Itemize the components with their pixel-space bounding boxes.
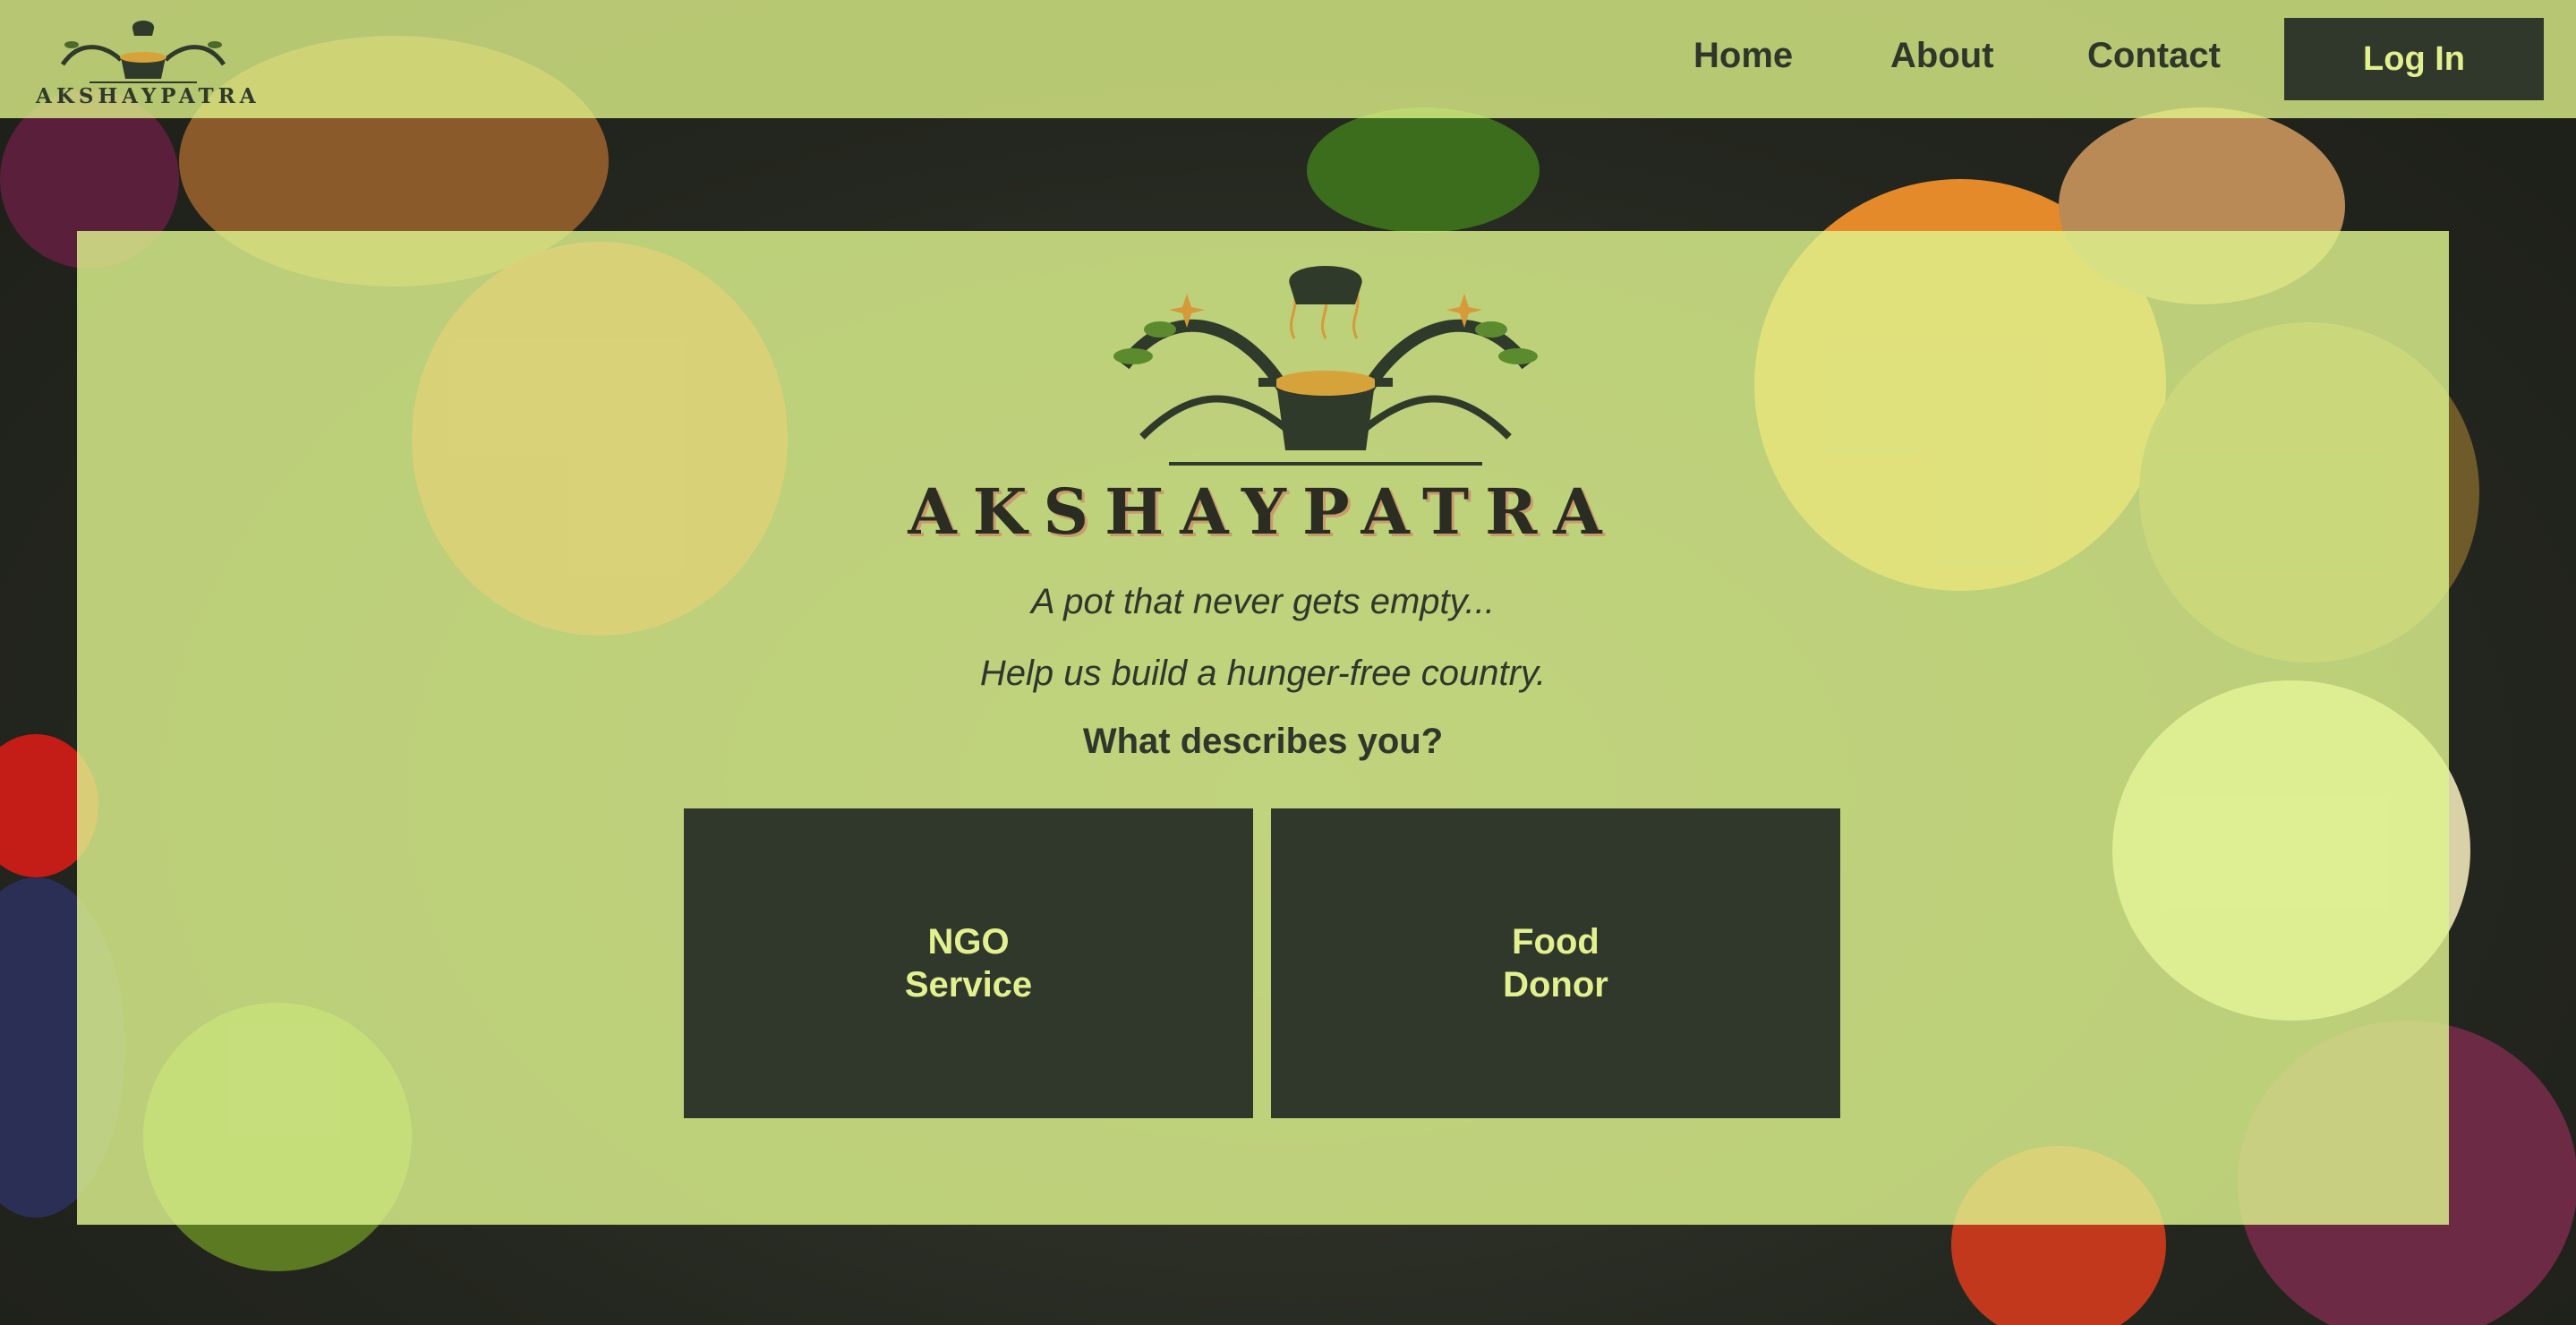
nav-home-link[interactable]: Home: [1693, 36, 1793, 76]
nav-about-link[interactable]: About: [1890, 36, 1994, 76]
role-question: What describes you?: [1082, 722, 1444, 761]
top-navbar: AKSHAYPATRA Home About Contact Log In: [0, 0, 2576, 118]
nav-contact-link[interactable]: Contact: [2087, 36, 2221, 76]
ngo-service-button[interactable]: NGO Service: [684, 808, 1253, 1118]
login-button[interactable]: Log In: [2284, 18, 2544, 100]
cooking-pot-icon: [60, 21, 226, 83]
food-donor-button[interactable]: Food Donor: [1271, 808, 1840, 1118]
ngo-service-label: NGO Service: [904, 922, 1033, 1004]
food-donor-label: Food Donor: [1503, 922, 1608, 1004]
hero-title: AKSHAYPATRA: [908, 474, 1618, 549]
brand-logo[interactable]: AKSHAYPATRA: [36, 11, 260, 109]
tagline-primary: A pot that never gets empty...: [1030, 582, 1496, 621]
tagline-secondary: Help us build a hunger-free country.: [979, 654, 1547, 693]
role-selection-panel: AKSHAYPATRA A pot that never gets empty.…: [77, 231, 2449, 1225]
hero-logo: [1106, 258, 1545, 473]
cooking-pot-with-chef-hat-icon: [1113, 266, 1538, 466]
brand-wordmark: AKSHAYPATRA: [36, 84, 260, 108]
